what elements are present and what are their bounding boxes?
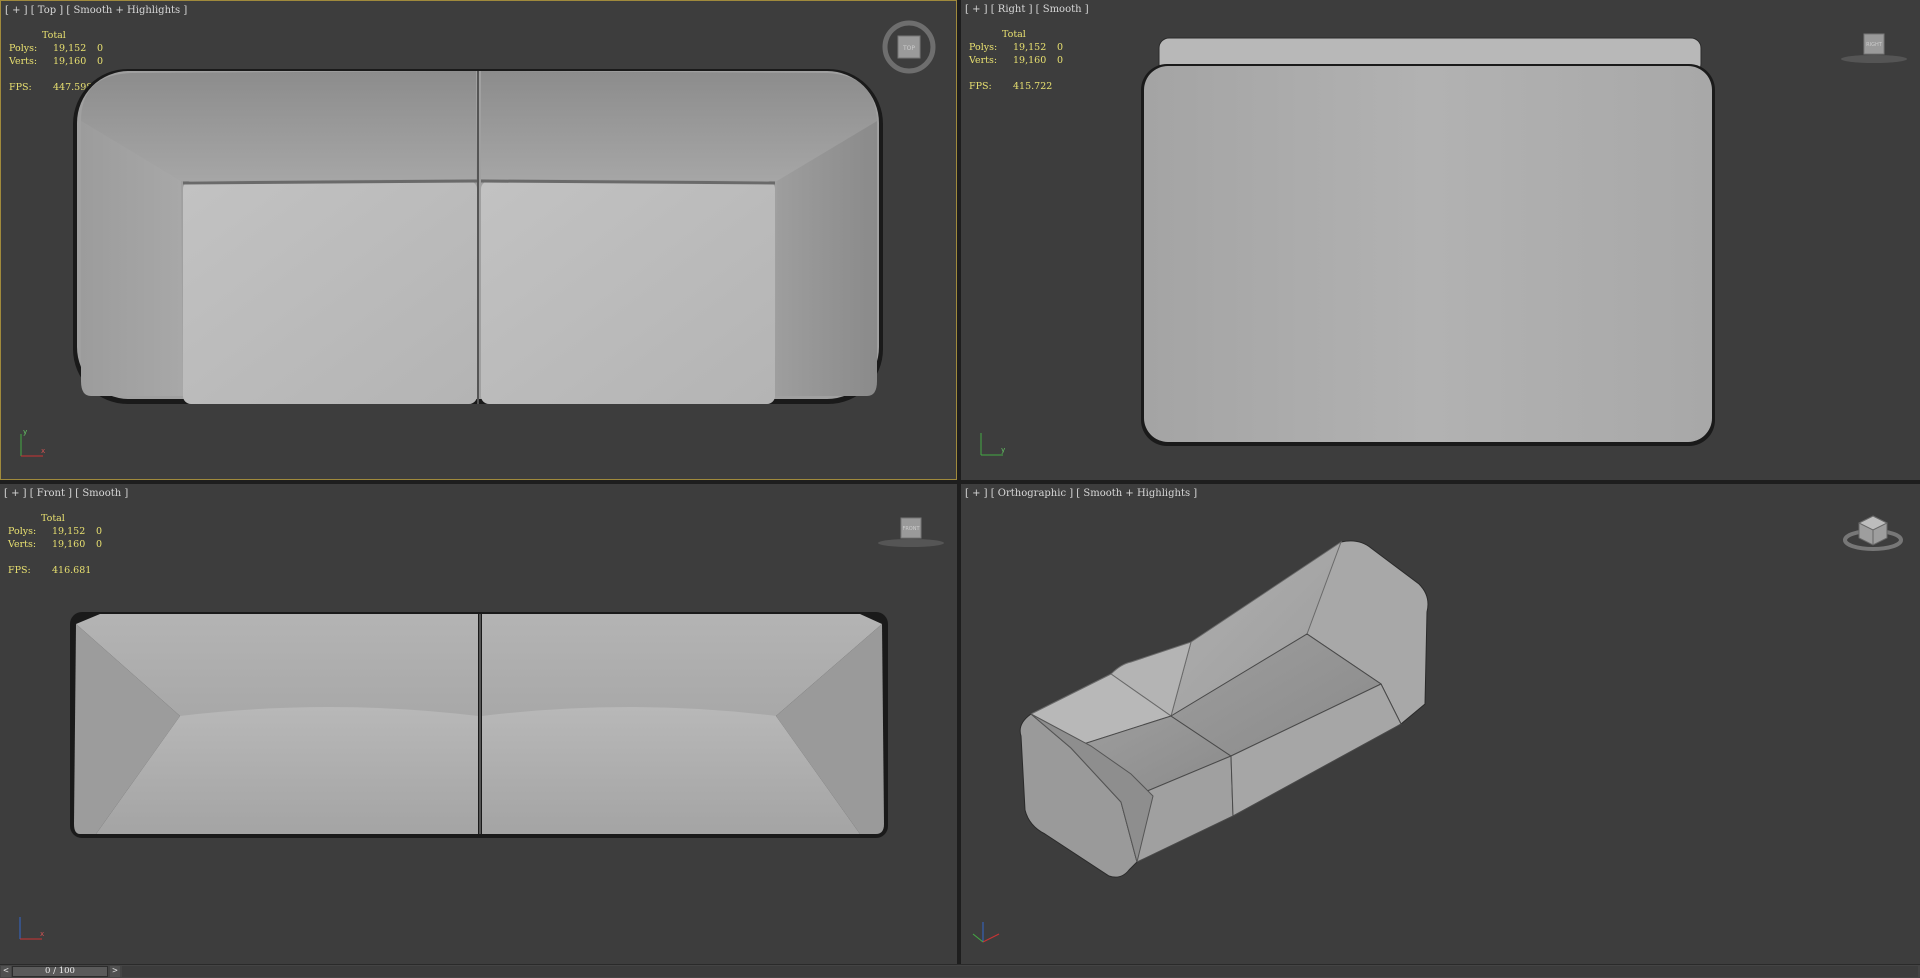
axis-tripod-front: x [19,917,44,940]
timeline-frame-slider[interactable]: 0 / 100 [12,966,108,977]
viewport-right[interactable]: [ + ] [ Right ] [ Smooth ] Total Polys: 1… [961,0,1920,480]
viewcube-front-face: FRONT [902,526,920,532]
sofa-orthographic-view [1019,540,1429,878]
viewcube-right[interactable]: RIGHT [1839,24,1909,68]
timeline-bar: < 0 / 100 > [0,964,1920,978]
axis-tripod-orthographic [972,922,1000,943]
sofa-top-view [73,69,883,404]
viewcube-top-face: TOP [902,45,915,52]
svg-text:y: y [23,428,27,436]
axis-tripod-right: y [980,433,1005,456]
viewport-orthographic[interactable]: [ + ] [ Orthographic ] [ Smooth + Highli… [961,484,1920,964]
viewcube-top[interactable]: TOP [881,19,937,75]
viewport-front[interactable]: [ + ] [ Front ] [ Smooth ] Total Polys: 1… [0,484,957,964]
svg-text:x: x [41,447,45,455]
timeline-track[interactable] [122,966,1918,977]
svg-text:y: y [1001,446,1005,454]
axis-tripod-top: y x [20,428,45,457]
viewcube-front[interactable]: FRONT [876,508,946,552]
viewport-top[interactable]: [ + ] [ Top ] [ Smooth + Highlights ] To… [0,0,957,480]
viewcube-orthographic[interactable] [1841,504,1905,560]
svg-text:x: x [40,930,44,938]
sofa-front-view [70,612,888,838]
timeline-next-button[interactable]: > [110,966,120,977]
timeline-prev-button[interactable]: < [1,966,11,977]
sofa-right-view [1141,37,1715,446]
viewcube-right-face: RIGHT [1866,42,1883,48]
